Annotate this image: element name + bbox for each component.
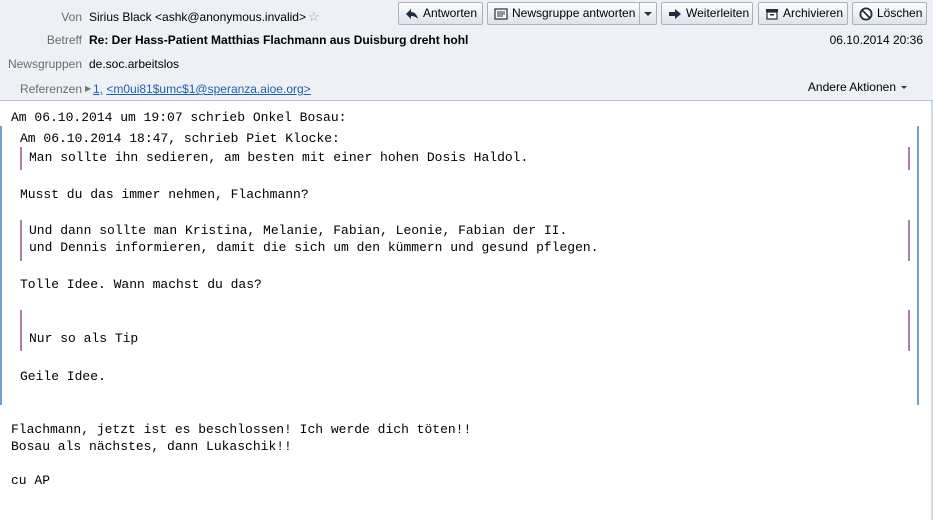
message-text-line: Bosau als nächstes, dann Lukaschik!! (11, 439, 292, 454)
from-label: Von (61, 10, 82, 24)
message-header: Von Sirius Black <ashk@anonymous.invalid… (0, 0, 933, 101)
more-actions-button[interactable]: Andere Aktionen (808, 79, 907, 95)
no-entry-delete-icon (859, 7, 873, 21)
mail-window: Von Sirius Black <ashk@anonymous.invalid… (0, 0, 933, 520)
reply-button[interactable]: Antworten (398, 2, 483, 25)
quote-text-line: Nur so als Tip (29, 331, 139, 346)
quote-bar-l2-a (20, 147, 22, 170)
reply-text-line: Tolle Idee. Wann machst du das? (20, 277, 262, 292)
from-address[interactable]: Sirius Black <ashk@anonymous.invalid> (89, 10, 306, 24)
forward-arrow-icon (669, 9, 681, 19)
newsgroup-reply-icon (494, 8, 508, 20)
reference-link-2[interactable]: <m0ui81$umc$1@speranza.aioe.org> (106, 82, 310, 96)
newsgroups-label: Newsgruppen (7, 57, 82, 71)
quote-text-line: Man sollte ihn sedieren, am besten mit e… (29, 150, 529, 165)
reply-text-line: Musst du das immer nehmen, Flachmann? (20, 187, 309, 202)
reply-newsgroup-button[interactable]: Newsgruppe antworten (487, 2, 657, 25)
reply-arrow-icon (406, 9, 418, 19)
delete-button-label: Löschen (877, 6, 923, 20)
message-body: Am 06.10.2014 um 19:07 schrieb Onkel Bos… (0, 101, 933, 520)
quote-text-line: und Dennis informieren, damit die sich u… (29, 240, 599, 255)
reply-text-line: Geile Idee. (20, 369, 106, 384)
message-date: 06.10.2014 20:36 (829, 33, 923, 47)
delete-button[interactable]: Löschen (852, 2, 927, 25)
star-icon[interactable]: ☆ (308, 7, 320, 27)
reply-dropdown-toggle[interactable] (639, 3, 656, 24)
quote-bar-left (0, 126, 2, 405)
nested-attribution-line: Am 06.10.2014 18:47, schrieb Piet Klocke… (20, 131, 340, 146)
quote-bar-r2-c (908, 310, 910, 351)
quote-bar-l2-b (20, 220, 22, 261)
attribution-line: Am 06.10.2014 um 19:07 schrieb Onkel Bos… (11, 110, 347, 125)
reply-button-label: Antworten (423, 6, 478, 20)
quote-bar-r2-a (908, 147, 910, 170)
references-value: 1, <m0ui81$umc$1@speranza.aioe.org> (93, 79, 311, 99)
quote-text-line: Und dann sollte man Kristina, Melanie, F… (29, 223, 568, 238)
archive-button[interactable]: Archivieren (758, 2, 848, 25)
quote-bar-l2-c (20, 310, 22, 351)
more-actions-label: Andere Aktionen (807, 80, 896, 94)
from-value[interactable]: Sirius Black <ashk@anonymous.invalid> ☆ (89, 7, 320, 27)
expand-triangle-icon[interactable]: ▶ (85, 79, 91, 99)
archive-button-label: Archivieren (783, 6, 844, 20)
signature-line: cu AP (11, 473, 51, 488)
reference-link-1[interactable]: 1, (93, 82, 103, 96)
references-label: Referenzen (19, 82, 82, 96)
newsgroups-value[interactable]: de.soc.arbeitslos (89, 54, 179, 74)
quote-bar-r2-b (908, 220, 910, 261)
reply-newsgroup-label: Newsgruppe antworten (512, 6, 636, 20)
quote-level-1 (0, 126, 919, 405)
subject-value: Re: Der Hass-Patient Matthias Flachmann … (89, 33, 469, 47)
forward-button-label: Weiterleiten (686, 6, 750, 20)
subject-label: Betreff (46, 33, 82, 47)
message-text-line: Flachmann, jetzt ist es beschlossen! Ich… (11, 422, 472, 437)
dropdown-arrow-icon (644, 12, 652, 16)
forward-button[interactable]: Weiterleiten (661, 2, 753, 25)
archive-box-icon (766, 9, 778, 20)
chevron-down-icon (901, 86, 907, 90)
